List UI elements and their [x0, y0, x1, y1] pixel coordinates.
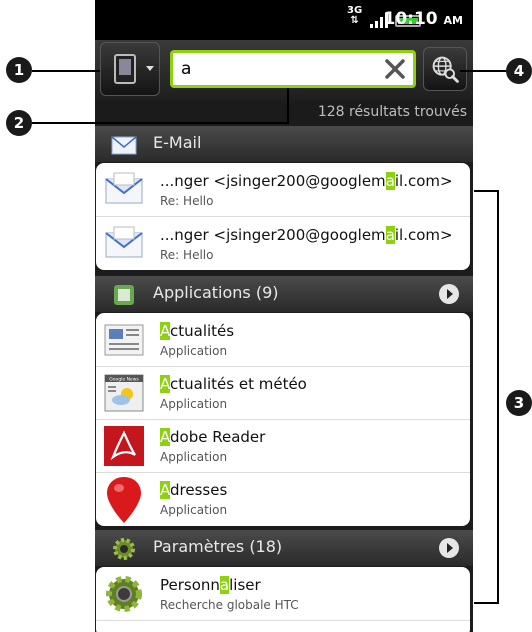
settings-gear-icon	[106, 576, 142, 612]
search-scope-button[interactable]	[100, 42, 160, 96]
callout-1-line	[32, 70, 100, 72]
callout-3-bracket-top	[474, 190, 498, 192]
email-envelope-icon	[105, 226, 143, 258]
callout-3-bracket	[497, 190, 499, 604]
globe-search-icon	[432, 56, 459, 83]
email-envelope-icon	[105, 172, 143, 204]
results-count: 128 résultats trouvés	[317, 104, 467, 120]
list-item-title: ...nger <jsinger200@googlemail.com>	[160, 172, 453, 190]
list-item[interactable]: ...nger <jsinger200@googlemail.com> Re: …	[96, 217, 470, 270]
section-title: E-Mail	[153, 133, 202, 152]
chevron-right-icon[interactable]	[439, 284, 459, 304]
chevron-right-icon[interactable]	[439, 538, 459, 558]
settings-gear-icon	[113, 538, 135, 560]
list-item-subtitle: Re: Hello	[160, 194, 214, 208]
list-item-title: Personnaliser	[160, 576, 261, 594]
svg-text:Google News: Google News	[109, 377, 139, 383]
callout-4: 4	[506, 58, 532, 84]
network-3g-icon: 3G ⇅	[347, 5, 363, 26]
callout-3: 3	[506, 390, 532, 416]
news-weather-app-icon: Google News	[104, 374, 144, 412]
search-bar	[95, 40, 473, 101]
list-item-title: Actualités	[160, 322, 235, 340]
list-item-title: Actualités et météo	[160, 375, 307, 393]
list-item[interactable]: Personnaliser Recherche globale HTC	[96, 567, 470, 621]
list-item-subtitle: Recherche globale HTC	[160, 598, 299, 612]
callout-2-line	[32, 122, 288, 124]
phone-device-icon	[114, 54, 136, 84]
section-title: Paramètres (18)	[153, 537, 283, 556]
list-item-subtitle: Application	[160, 450, 228, 464]
section-header-email: E-Mail	[95, 126, 473, 162]
list-item-title: Adresses	[160, 481, 228, 499]
email-icon	[111, 136, 137, 155]
applications-icon	[114, 285, 134, 305]
applications-results-card: Actualités Application Google News Actua…	[96, 313, 470, 526]
adobe-reader-icon	[104, 426, 144, 466]
results-list: E-Mail ...nger <jsinger200@googlemail.co…	[95, 126, 473, 632]
list-item[interactable]: Actualités Application	[96, 313, 470, 367]
status-time: 10:10 AM	[383, 9, 463, 29]
callout-4-line	[460, 70, 506, 72]
section-title: Applications (9)	[153, 283, 279, 302]
news-app-icon	[104, 324, 144, 356]
callout-3-bracket-bottom	[474, 602, 498, 604]
status-bar: 3G ⇅ 10:10 AM	[95, 0, 473, 40]
list-item[interactable]: Adobe Reader Application	[96, 420, 470, 473]
list-item[interactable]: ...nger <jsinger200@googlemail.com> Re: …	[96, 163, 470, 217]
dropdown-arrow-icon	[146, 66, 154, 71]
section-header-settings[interactable]: Paramètres (18)	[95, 530, 473, 566]
callout-2-line-vertical	[287, 88, 289, 124]
callout-1: 1	[6, 57, 32, 83]
list-item-subtitle: Application	[160, 397, 228, 411]
list-item-title: Adobe Reader	[160, 428, 266, 446]
clear-search-icon[interactable]	[378, 52, 412, 86]
settings-results-card: Personnaliser Recherche globale HTC	[96, 567, 470, 632]
email-results-card: ...nger <jsinger200@googlemail.com> Re: …	[96, 163, 470, 270]
list-item[interactable]: Adresses Application	[96, 473, 470, 526]
list-item-subtitle: Application	[160, 503, 228, 517]
web-search-button[interactable]	[423, 47, 467, 91]
list-item-subtitle: Application	[160, 344, 228, 358]
list-item-subtitle: Re: Hello	[160, 248, 214, 262]
maps-pin-icon	[107, 477, 141, 523]
section-header-applications[interactable]: Applications (9)	[95, 276, 473, 312]
callout-2: 2	[6, 110, 32, 136]
list-item-title: ...nger <jsinger200@googlemail.com>	[160, 226, 453, 244]
list-item[interactable]: Google News Actualités et météo Applicat…	[96, 367, 470, 420]
phone-screen: 3G⇅ 10:10 AM 128	[95, 0, 473, 632]
